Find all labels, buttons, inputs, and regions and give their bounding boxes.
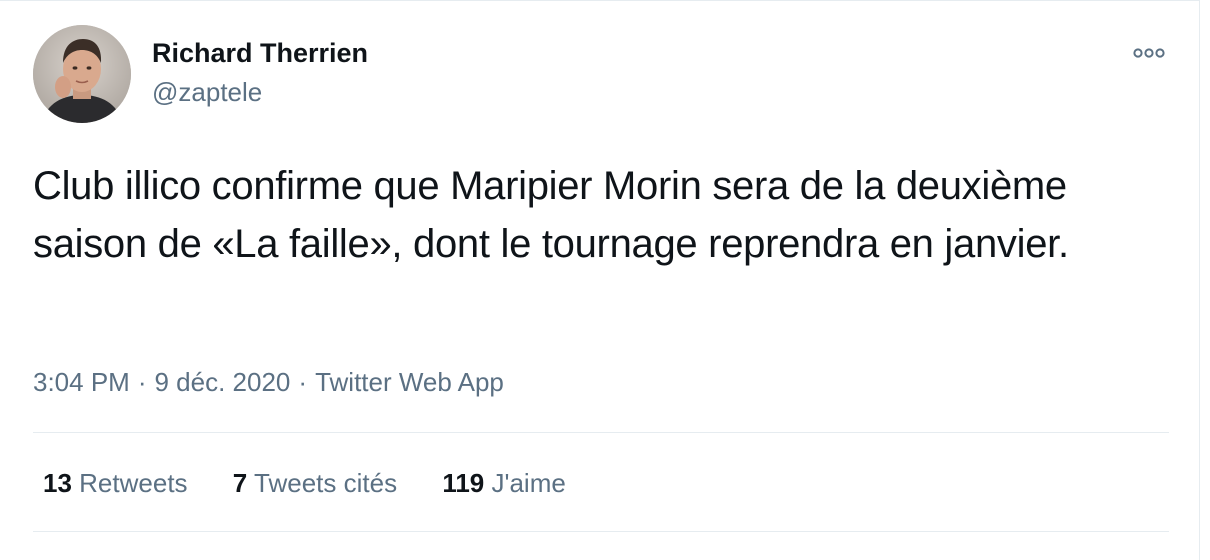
avatar[interactable] xyxy=(33,25,131,123)
profile-photo-icon xyxy=(33,25,131,123)
tweet-metadata: 3:04 PM · 9 déc. 2020 · Twitter Web App xyxy=(33,365,504,399)
likes-count: 119 xyxy=(442,468,485,498)
engagement-stats: 13 Retweets 7 Tweets cités 119 J'aime xyxy=(43,466,604,500)
retweets-label: Retweets xyxy=(79,468,188,498)
tweet-source-link[interactable]: Twitter Web App xyxy=(315,367,504,397)
author-handle[interactable]: @zaptele xyxy=(152,76,262,108)
meta-separator: · xyxy=(137,367,147,397)
more-options-icon[interactable] xyxy=(1127,39,1171,67)
quote-tweets-stat[interactable]: 7 Tweets cités xyxy=(233,466,397,500)
quote-tweets-label: Tweets cités xyxy=(254,468,398,498)
tweet-card: Richard Therrien @zaptele Club illico co… xyxy=(0,0,1200,560)
divider xyxy=(33,432,1169,433)
meta-separator: · xyxy=(298,367,308,397)
tweet-text: Club illico confirme que Maripier Morin … xyxy=(33,164,1069,266)
tweet-date-link[interactable]: 9 déc. 2020 xyxy=(155,367,291,397)
author-name[interactable]: Richard Therrien xyxy=(152,37,368,69)
retweets-count: 13 xyxy=(43,468,72,498)
divider xyxy=(33,531,1169,532)
quote-tweets-count: 7 xyxy=(232,468,248,498)
retweets-stat[interactable]: 13 Retweets xyxy=(43,466,188,500)
tweet-time-link[interactable]: 3:04 PM xyxy=(33,367,130,397)
likes-stat[interactable]: 119 J'aime xyxy=(442,466,566,500)
likes-label: J'aime xyxy=(491,468,566,498)
